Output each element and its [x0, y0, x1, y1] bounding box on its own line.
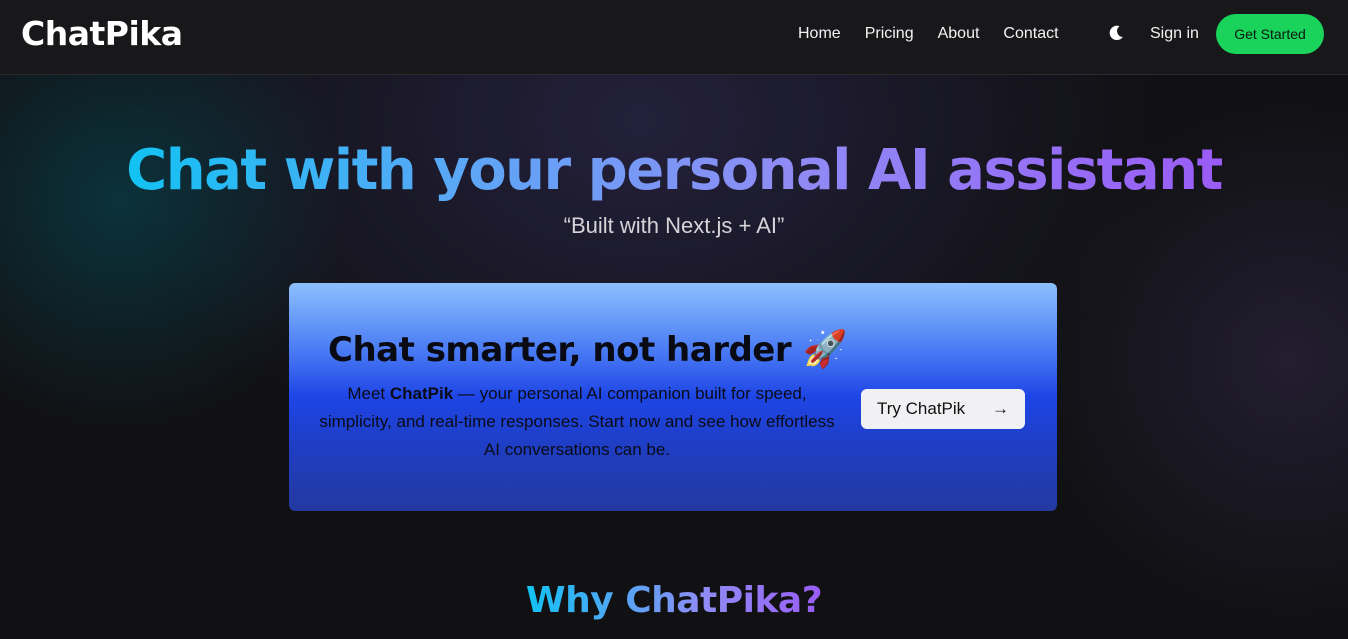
card-title: Chat smarter, not harder 🚀 [328, 329, 847, 370]
signin-link[interactable]: Sign in [1150, 24, 1199, 44]
try-chatpik-button[interactable]: Try ChatPik → [861, 389, 1025, 429]
hero-subtitle: “Built with Next.js + AI” [563, 213, 785, 238]
nav-contact[interactable]: Contact [1003, 24, 1058, 44]
moon-icon[interactable] [1106, 23, 1126, 43]
top-navbar: ChatPika Home Pricing About Contact Sign… [0, 0, 1348, 75]
nav-pricing[interactable]: Pricing [865, 24, 914, 44]
brand-name: ChatPik [389, 384, 454, 403]
rocket-icon: 🚀 [802, 329, 847, 370]
try-button-label: Try ChatPik [877, 399, 966, 418]
nav-home[interactable]: Home [798, 24, 841, 44]
get-started-button[interactable]: Get Started [1216, 14, 1324, 54]
card-description: Meet ChatPik — your personal AI companio… [319, 384, 835, 459]
brand-logo[interactable]: ChatPika [21, 14, 183, 53]
main-nav: Home Pricing About Contact [798, 24, 1083, 44]
features-heading: Why ChatPika? [525, 580, 823, 621]
arrow-right-icon: → [992, 399, 1009, 418]
promo-card: Chat smarter, not harder 🚀 Meet ChatPik … [289, 283, 1057, 511]
nav-about[interactable]: About [938, 24, 980, 44]
hero-title: Chat with your personal AI assistant [126, 138, 1223, 203]
